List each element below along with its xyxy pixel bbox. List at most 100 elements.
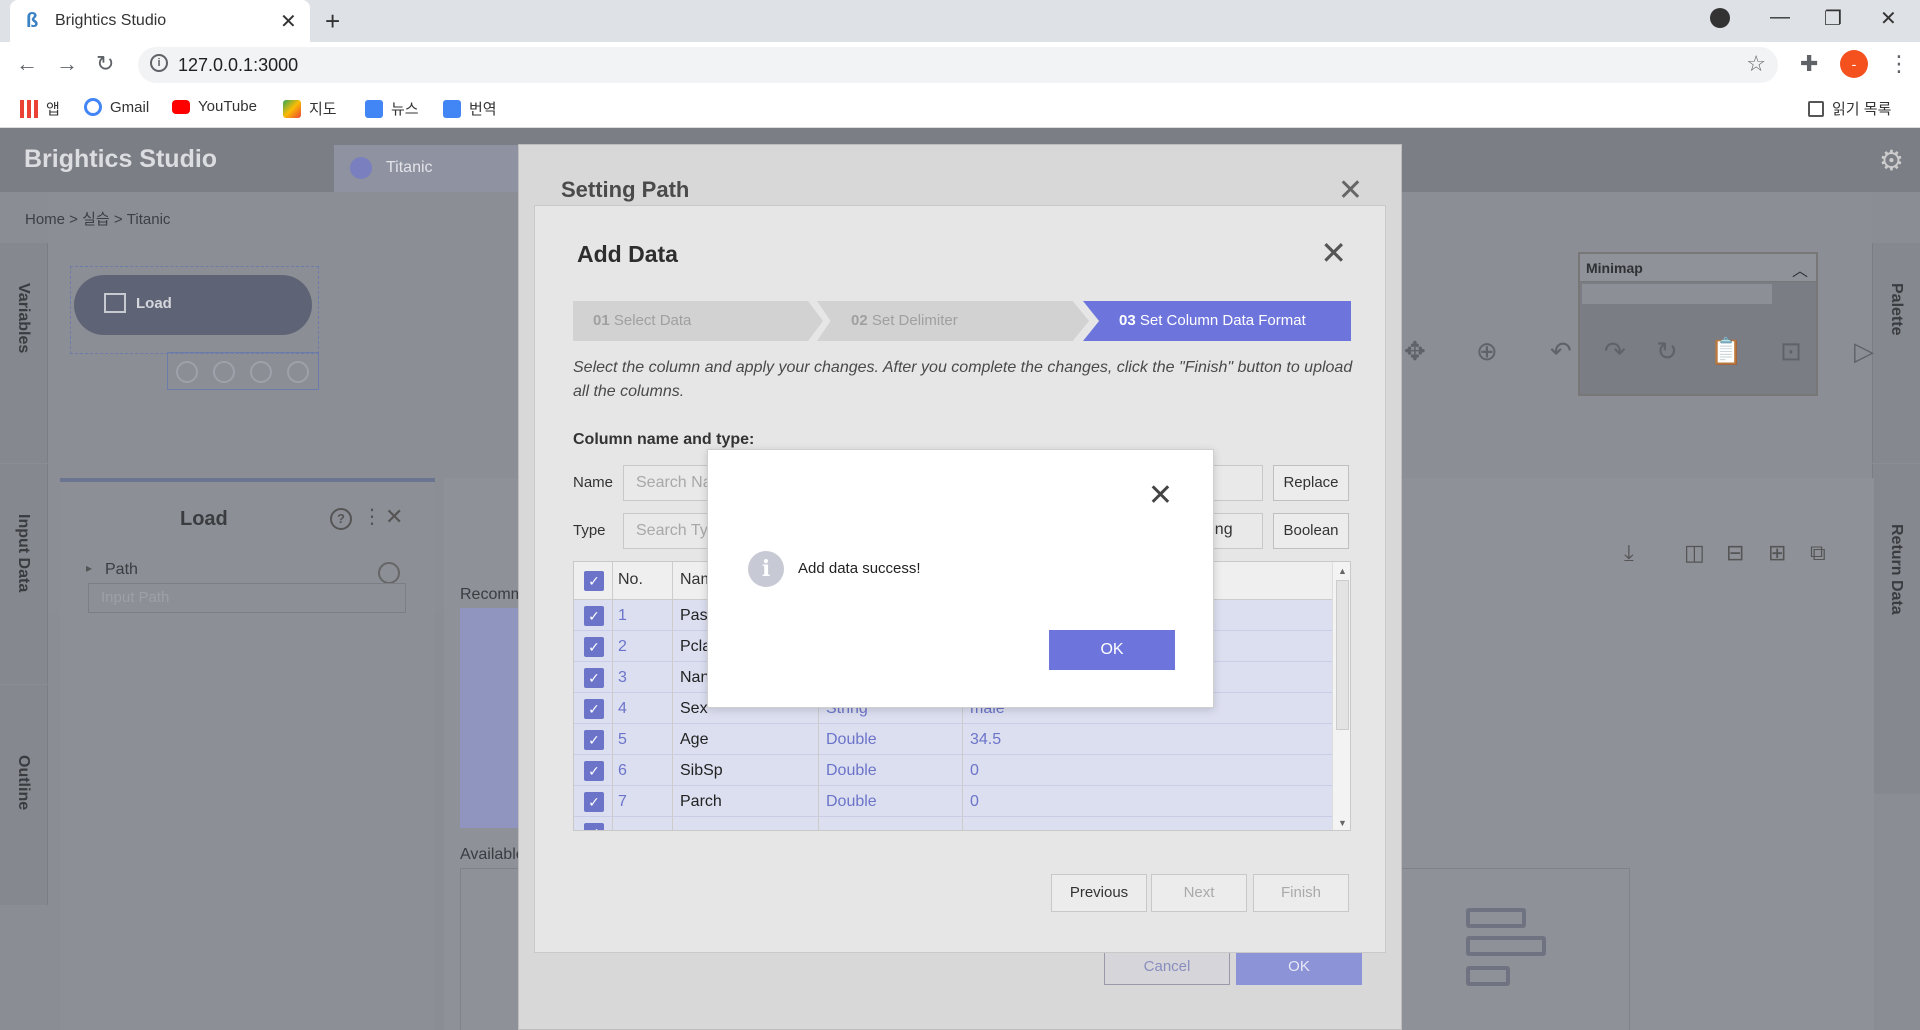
row-column-name[interactable]: Nan	[680, 669, 709, 687]
split-horizontal-icon[interactable]: ⊟	[1726, 540, 1744, 566]
add-data-close-icon[interactable]: ✕	[1320, 234, 1347, 272]
download-icon[interactable]: ⤓	[1624, 540, 1634, 566]
row-column-name[interactable]: SibSp	[680, 762, 723, 780]
finish-button[interactable]: Finish	[1253, 874, 1349, 912]
panel-close-icon[interactable]: ✕	[385, 504, 403, 530]
redo-icon[interactable]: ↷	[1604, 336, 1626, 367]
help-icon[interactable]: ?	[330, 508, 352, 530]
maximize-button[interactable]: ❐	[1824, 6, 1842, 31]
bookmark-news[interactable]: 뉴스	[365, 98, 419, 119]
row-column-name[interactable]: Age	[680, 731, 708, 749]
clipboard-icon[interactable]: 📋	[1710, 336, 1742, 367]
close-window-button[interactable]: ✕	[1880, 6, 1897, 31]
table-row[interactable]: ✓	[574, 817, 1332, 830]
info-icon: i	[748, 551, 784, 587]
outline-rail[interactable]: Outline	[0, 685, 48, 905]
node-delete-icon[interactable]	[287, 361, 309, 383]
table-row[interactable]: ✓ 7 Parch Double 0	[574, 786, 1332, 817]
next-button[interactable]: Next	[1151, 874, 1247, 912]
collapse-chevron-icon[interactable]: ︿	[1792, 257, 1808, 281]
setting-path-title: Setting Path	[561, 177, 690, 202]
popout-icon[interactable]: ⧉	[1810, 540, 1826, 566]
profile-avatar[interactable]: -	[1840, 50, 1868, 78]
project-tab-titanic[interactable]: Titanic	[334, 145, 519, 192]
palette-rail[interactable]: Palette	[1872, 243, 1920, 463]
move-icon[interactable]: ✥	[1404, 336, 1426, 367]
address-url[interactable]: 127.0.0.1:3000	[178, 55, 298, 76]
setting-path-close-icon[interactable]: ✕	[1338, 173, 1363, 208]
function-icon[interactable]: ⊡	[1780, 336, 1802, 367]
row-column-type[interactable]: Double	[826, 731, 877, 749]
forward-arrow-icon[interactable]: →	[56, 51, 78, 77]
refresh-icon[interactable]: ↻	[1656, 336, 1678, 367]
setting-path-ok-button[interactable]: OK	[1236, 949, 1362, 985]
scroll-thumb[interactable]	[1336, 580, 1349, 730]
grid-scrollbar[interactable]: ▲ ▼	[1332, 562, 1350, 830]
browser-menu-icon[interactable]: ⋮	[1888, 51, 1910, 77]
alert-ok-button[interactable]: OK	[1049, 630, 1175, 670]
panel-more-icon[interactable]: ⋮	[362, 504, 382, 529]
bookmark-maps[interactable]: 지도	[283, 98, 337, 119]
bookmark-translate[interactable]: 번역	[443, 98, 497, 119]
row-checkbox[interactable]: ✓	[584, 699, 604, 719]
replace-button[interactable]: Replace	[1273, 465, 1349, 501]
row-column-name[interactable]: Parch	[680, 793, 722, 811]
scroll-down-icon[interactable]: ▼	[1338, 818, 1347, 828]
reading-list[interactable]: 읽기 목록	[1808, 98, 1891, 119]
row-checkbox[interactable]: ✓	[584, 668, 604, 688]
select-all-checkbox[interactable]: ✓	[584, 571, 604, 591]
panel-title: Load	[180, 508, 228, 530]
close-tab-icon[interactable]: ✕	[280, 9, 297, 34]
alert-close-icon[interactable]: ✕	[1148, 478, 1173, 513]
row-checkbox[interactable]: ✓	[584, 606, 604, 626]
row-checkbox[interactable]: ✓	[584, 792, 604, 812]
back-arrow-icon[interactable]: ←	[16, 51, 38, 77]
setting-path-cancel-button[interactable]: Cancel	[1104, 949, 1230, 985]
path-input[interactable]: Input Path	[88, 583, 406, 613]
row-column-name[interactable]: Sex	[680, 700, 708, 718]
node-run-icon[interactable]	[250, 361, 272, 383]
row-checkbox[interactable]: ✓	[584, 637, 604, 657]
bookmark-gmail[interactable]: Gmail	[84, 98, 149, 116]
node-close-icon[interactable]	[176, 361, 198, 383]
row-checkbox[interactable]: ✓	[584, 730, 604, 750]
profile-menu-icon[interactable]	[1710, 8, 1730, 28]
row-column-type[interactable]: Double	[826, 762, 877, 780]
bookmark-star-icon[interactable]: ☆	[1746, 51, 1766, 77]
run-all-icon[interactable]: ▷	[1854, 336, 1874, 367]
return-data-rail[interactable]: Return Data	[1872, 464, 1920, 794]
scroll-up-icon[interactable]: ▲	[1338, 566, 1347, 576]
minimap-header[interactable]: Minimap	[1580, 254, 1816, 282]
undo-icon[interactable]: ↶	[1550, 336, 1572, 367]
minimize-button[interactable]: —	[1770, 6, 1790, 29]
input-data-rail[interactable]: Input Data	[0, 464, 48, 684]
new-tab-button[interactable]: +	[325, 6, 340, 37]
row-checkbox[interactable]: ✓	[584, 761, 604, 781]
zoom-in-icon[interactable]: ⊕	[1476, 336, 1498, 367]
globe-icon[interactable]	[378, 562, 400, 584]
browser-tab[interactable]: ß Brightics Studio ✕	[10, 0, 310, 42]
load-node[interactable]: Load	[74, 275, 312, 335]
table-row[interactable]: ✓ 5 Age Double 34.5	[574, 724, 1332, 755]
site-info-icon[interactable]: i	[150, 54, 168, 72]
minimap-viewport[interactable]	[1582, 284, 1772, 304]
row-checkbox[interactable]: ✓	[584, 823, 604, 830]
table-row[interactable]: ✓ 6 SibSp Double 0	[574, 755, 1332, 786]
gear-icon[interactable]: ⚙	[1879, 144, 1904, 177]
apps-grid-icon	[20, 99, 38, 118]
bookmark-apps[interactable]: 앱	[20, 98, 60, 119]
previous-button[interactable]: Previous	[1051, 874, 1147, 912]
node-disable-icon[interactable]	[213, 361, 235, 383]
bookmark-youtube[interactable]: YouTube	[172, 98, 257, 115]
reload-icon[interactable]: ↻	[96, 51, 114, 77]
row-column-name[interactable]: Pas	[680, 607, 708, 625]
address-bar[interactable]: i 127.0.0.1:3000 ☆	[138, 47, 1778, 83]
split-vertical-icon[interactable]: ◫	[1684, 540, 1705, 566]
row-column-type[interactable]: Double	[826, 793, 877, 811]
minimap[interactable]: Minimap ︿	[1578, 252, 1818, 396]
variables-rail[interactable]: Variables	[0, 243, 48, 463]
extensions-puzzle-icon[interactable]: ✚	[1800, 51, 1818, 77]
expand-triangle-icon[interactable]: ▸	[86, 561, 92, 575]
grid-view-icon[interactable]: ⊞	[1768, 540, 1786, 566]
boolean-type-button[interactable]: Boolean	[1273, 513, 1349, 549]
